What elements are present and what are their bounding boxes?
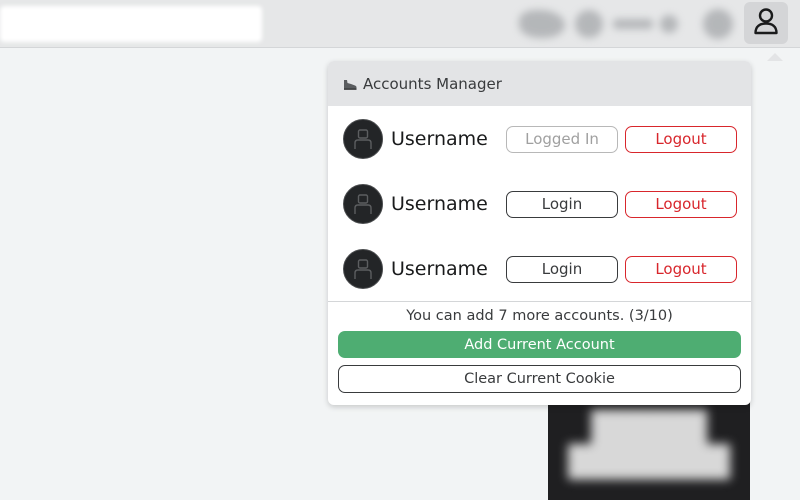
divider: [328, 301, 751, 302]
logout-button[interactable]: Logout: [625, 125, 737, 153]
clear-current-cookie-button[interactable]: Clear Current Cookie: [338, 365, 741, 393]
avatar-silhouette-icon: [354, 129, 372, 149]
panel-title: Accounts Manager: [363, 74, 502, 93]
add-current-account-button[interactable]: Add Current Account: [338, 331, 741, 358]
top-nav-bar: [0, 0, 800, 48]
blurred-advertisement: █████ ███████: [548, 392, 750, 500]
popup-caret: [767, 53, 783, 61]
avatar-silhouette-icon: [354, 194, 372, 214]
avatar: [343, 184, 383, 224]
logout-button[interactable]: Logout: [625, 255, 737, 283]
accounts-remaining-text: You can add 7 more accounts. (3/10): [406, 308, 673, 324]
sneaker-icon: [343, 78, 357, 90]
avatar-silhouette-icon: [354, 259, 372, 279]
account-username: Username: [391, 128, 488, 150]
user-icon: [753, 7, 779, 39]
accounts-manager-button[interactable]: [744, 2, 788, 44]
panel-header: Accounts Manager: [328, 61, 751, 106]
nav-icons-blurred: [515, 6, 735, 42]
account-row: Username Logged In Logout: [343, 119, 743, 159]
search-bar-blurred[interactable]: [0, 6, 262, 42]
account-row: Username Login Logout: [343, 184, 743, 224]
avatar: [343, 249, 383, 289]
logged-in-button[interactable]: Logged In: [506, 125, 618, 153]
avatar: [343, 119, 383, 159]
login-button[interactable]: Login: [506, 255, 618, 283]
accounts-manager-panel: Accounts Manager Username Logged In Logo…: [328, 61, 751, 405]
account-username: Username: [391, 258, 488, 280]
account-row: Username Login Logout: [343, 249, 743, 289]
logout-button[interactable]: Logout: [625, 190, 737, 218]
account-username: Username: [391, 193, 488, 215]
login-button[interactable]: Login: [506, 190, 618, 218]
